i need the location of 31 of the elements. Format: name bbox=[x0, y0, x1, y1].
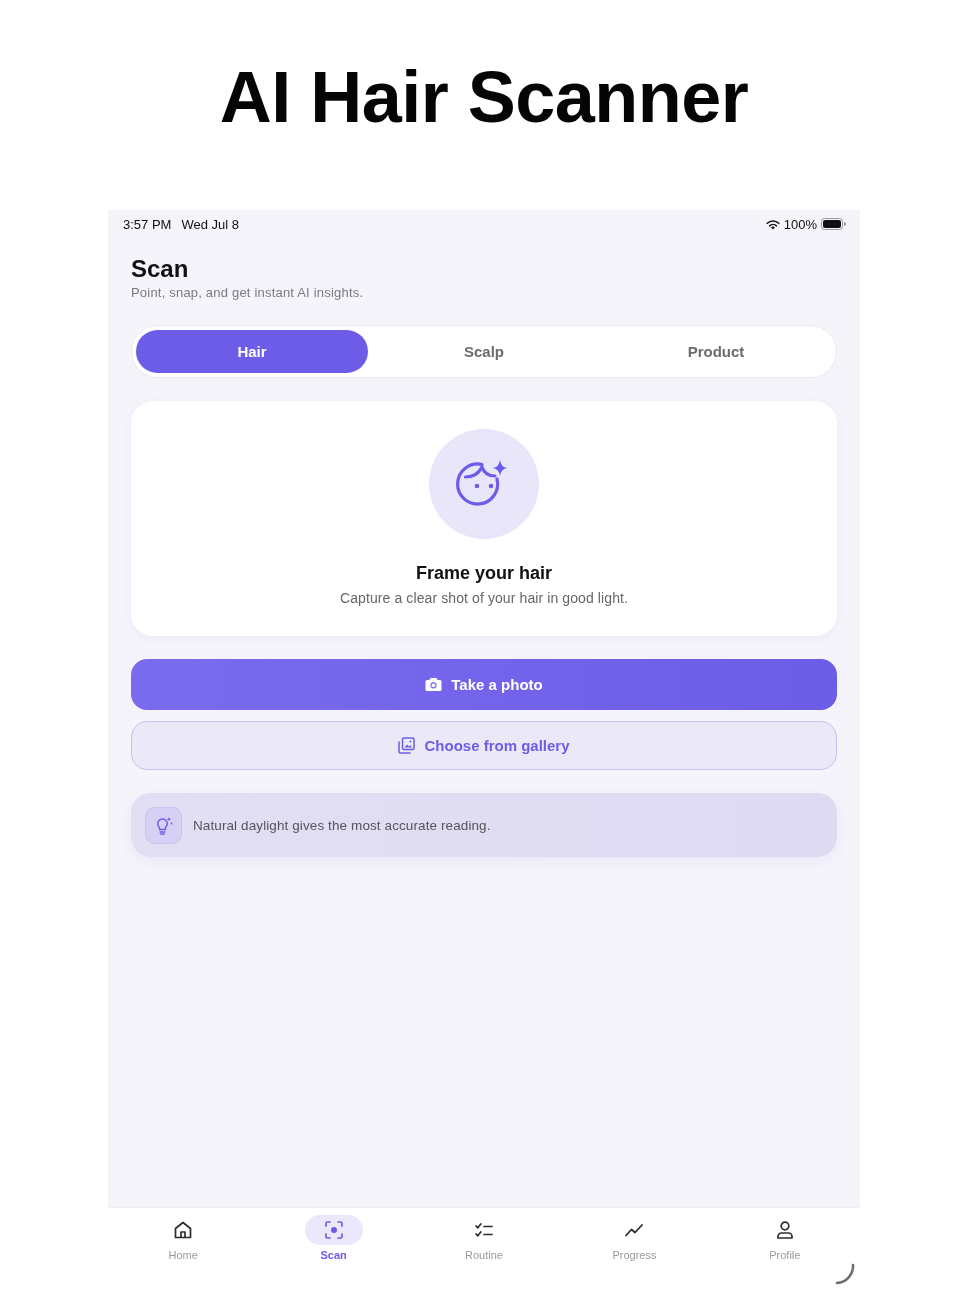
tab-bar-item[interactable]: Scan bbox=[258, 1208, 409, 1290]
gallery-button[interactable]: Choose from gallery bbox=[131, 721, 837, 770]
wifi-icon bbox=[765, 218, 780, 230]
lightbulb-icon bbox=[145, 806, 182, 844]
status-date: Wed Jul 8 bbox=[181, 216, 239, 232]
screen-subtitle: Point, snap, and get instant AI insights. bbox=[131, 284, 365, 301]
segment-tab[interactable]: Scalp bbox=[368, 330, 600, 373]
face-sparkle-icon bbox=[429, 429, 539, 539]
home-icon bbox=[174, 1221, 193, 1239]
battery-icon bbox=[821, 218, 846, 230]
checklist-icon bbox=[475, 1221, 493, 1239]
person-icon bbox=[775, 1221, 794, 1239]
scan-icon bbox=[324, 1221, 343, 1239]
gallery-icon bbox=[398, 737, 416, 754]
battery-percentage: 100% bbox=[783, 216, 817, 232]
status-time: 3:57 PM bbox=[123, 216, 172, 232]
trend-line-icon bbox=[625, 1221, 644, 1239]
screen-title: Scan bbox=[131, 255, 190, 283]
page-headline: AI Hair Scanner bbox=[219, 56, 749, 138]
tab-bar-item[interactable]: Progress bbox=[559, 1208, 710, 1290]
segment-tab[interactable]: Product bbox=[600, 330, 832, 373]
tab-bar-item[interactable]: Profile bbox=[709, 1208, 861, 1290]
prompt-title: Frame your hair bbox=[415, 562, 552, 585]
spinner-icon bbox=[834, 1263, 856, 1285]
prompt-description: Capture a clear shot of your hair in good light. bbox=[339, 589, 629, 607]
tip-text: Natural daylight gives the most accurate reading. bbox=[193, 817, 491, 833]
tab-bar-item[interactable]: Home bbox=[108, 1208, 259, 1290]
take-photo-button[interactable]: Take a photo bbox=[131, 659, 837, 710]
segment-tab[interactable]: Hair bbox=[136, 330, 368, 373]
camera-icon bbox=[425, 677, 443, 692]
tab-bar-item[interactable]: Routine bbox=[408, 1208, 560, 1290]
